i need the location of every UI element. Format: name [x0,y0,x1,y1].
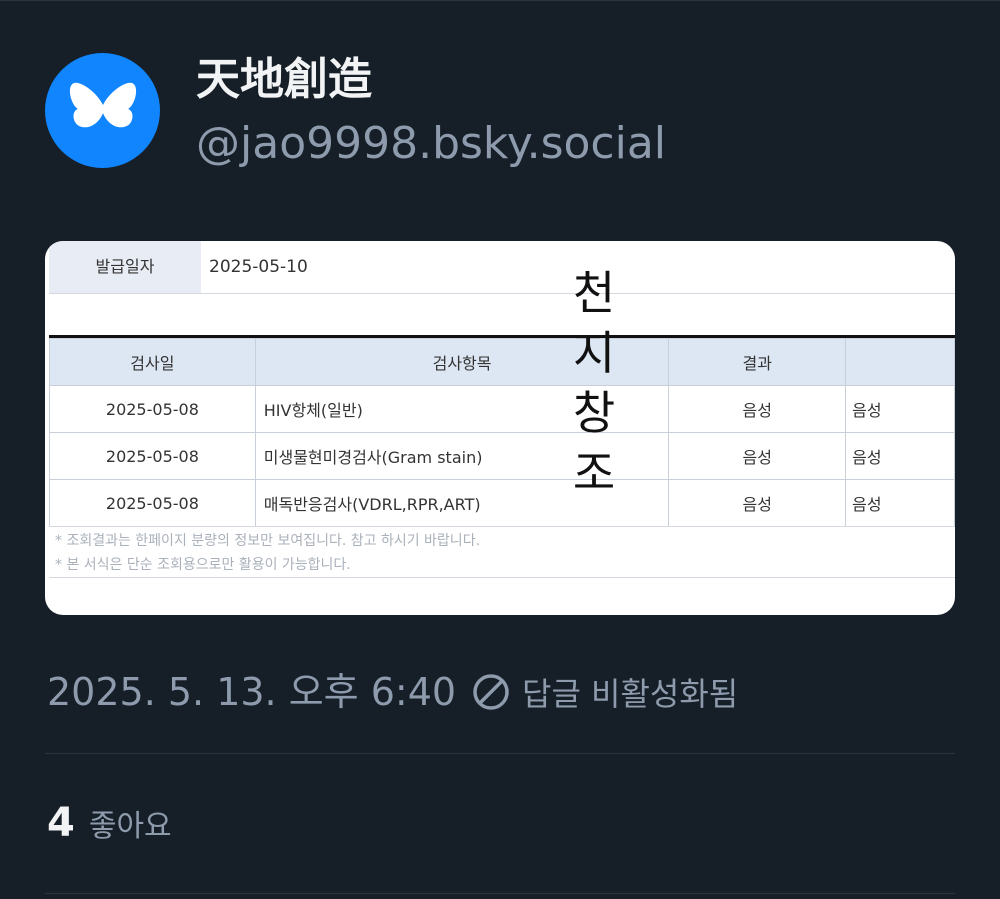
table-cell: 음성 [668,432,847,480]
replies-status-text: 답글 비활성화됨 [522,675,739,713]
table-cell: 음성 [845,385,955,433]
issue-date-label: 발급일자 [49,241,201,293]
issue-date-row: 발급일자 2025-05-10 [49,241,955,294]
table-cell: 음성 [668,385,847,433]
likes-stat[interactable]: 4 좋아요 [47,800,172,846]
divider [45,893,955,894]
note-text: * 본 서식은 단순 조회용으로만 활용이 가능합니다. [55,557,351,573]
post-timestamp[interactable]: 2025. 5. 13. 오후 6:40 [47,668,456,716]
column-header: 결과 [668,338,847,386]
table-cell: 음성 [668,479,847,527]
table-row: 2025-05-08 HIV항체(일반) 음성 음성 [49,385,955,433]
results-table: 검사일 검사항목 결과 2025-05-08 HIV항체(일반) 음성 음성 2… [49,338,955,527]
post-image[interactable]: 발급일자 2025-05-10 검사일 검사항목 결과 2025-05-08 H… [45,241,955,615]
handle[interactable]: @jao9998.bsky.social [196,116,666,172]
notes-section: * 조회결과는 한페이지 분량의 정보만 보여집니다. 참고 하시기 바랍니다.… [49,526,955,578]
table-cell: 음성 [845,479,955,527]
table-cell: 2025-05-08 [49,479,256,527]
display-name[interactable]: 天地創造 [196,52,372,108]
butterfly-icon [69,82,136,127]
column-header: 검사일 [49,338,256,386]
likes-count: 4 [47,800,75,846]
table-cell: 2025-05-08 [49,432,256,480]
table-row: 2025-05-08 매독반응검사(VDRL,RPR,ART) 음성 음성 [49,479,955,527]
table-cell: 2025-05-08 [49,385,256,433]
note-text: * 조회결과는 한페이지 분량의 정보만 보여집니다. 참고 하시기 바랍니다. [55,533,481,549]
table-header-row: 검사일 검사항목 결과 [49,338,955,386]
column-header [845,338,955,386]
prohibited-icon [473,674,509,710]
likes-label: 좋아요 [88,809,172,844]
divider [45,753,955,754]
overlay-text: 천 지 창 조 [565,263,623,503]
overlay-char: 천 [572,266,616,320]
overlay-char: 지 [572,326,616,380]
top-border [0,0,1000,1]
replies-disabled-status: 답글 비활성화됨 [472,668,738,716]
overlay-char: 조 [572,446,616,500]
avatar[interactable] [45,53,160,168]
table-row: 2025-05-08 미생물현미경검사(Gram stain) 음성 음성 [49,432,955,480]
table-cell: 음성 [845,432,955,480]
overlay-char: 창 [572,386,616,440]
issue-date-value: 2025-05-10 [209,257,308,277]
